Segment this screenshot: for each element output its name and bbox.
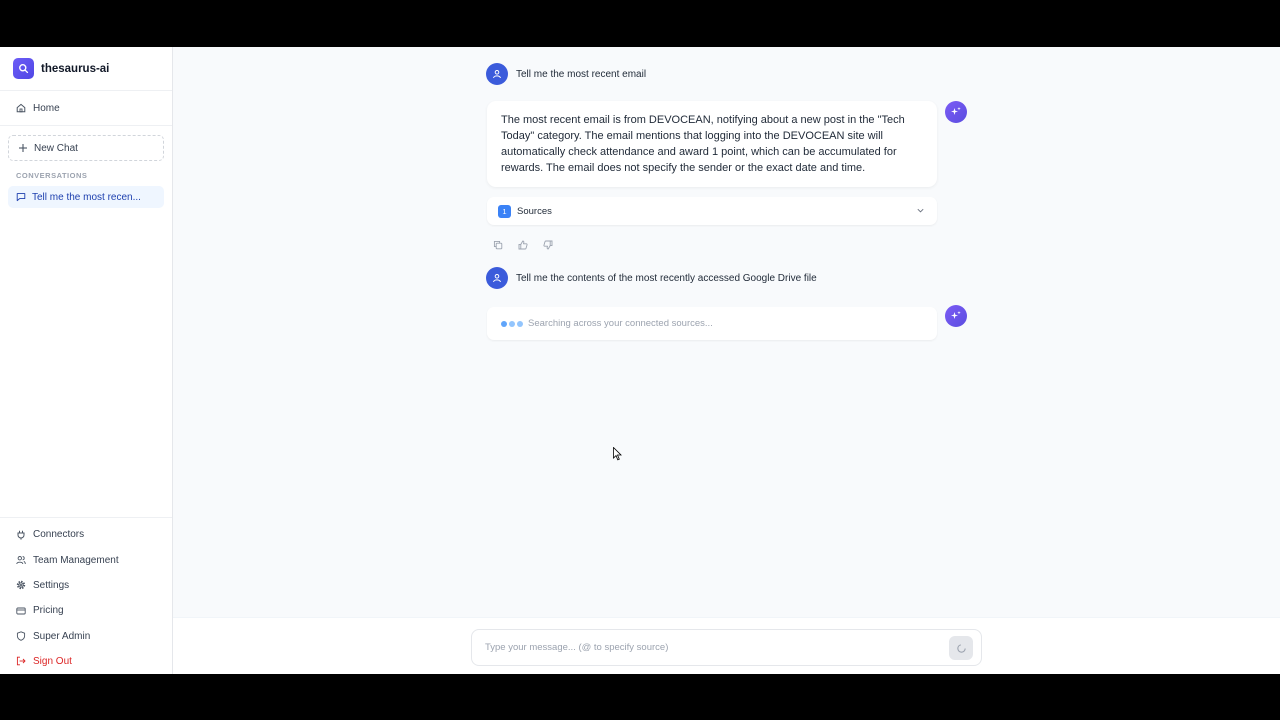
user-avatar-icon <box>486 63 508 85</box>
user-message: Tell me the contents of the most recentl… <box>486 267 817 289</box>
copy-icon[interactable] <box>493 237 503 250</box>
sidebar-item-label: Sign Out <box>33 655 72 667</box>
new-chat-label: New Chat <box>34 142 78 154</box>
sidebar-item-label: Connectors <box>33 529 85 541</box>
chevron-down-icon <box>916 206 925 218</box>
brand[interactable]: thesaurus-ai <box>0 47 172 91</box>
plus-icon <box>18 143 28 153</box>
app-window: thesaurus-ai Home New Chat CONVERSATIONS… <box>0 47 1280 674</box>
sidebar-item-home[interactable]: Home <box>0 91 172 126</box>
sidebar-item-label: Settings <box>33 579 70 591</box>
conversation-item[interactable]: Tell me the most recen... <box>8 186 164 208</box>
user-avatar-icon <box>486 267 508 289</box>
plug-icon <box>16 530 26 540</box>
assistant-loading-message: Searching across your connected sources.… <box>487 307 937 340</box>
sidebar-item-connectors[interactable]: Connectors <box>0 522 172 547</box>
message-composer <box>471 629 982 666</box>
conversation-label: Tell me the most recen... <box>32 191 141 203</box>
users-icon <box>16 555 26 565</box>
sidebar-item-super-admin[interactable]: Super Admin <box>0 623 172 648</box>
mouse-cursor-icon <box>613 446 622 466</box>
new-chat-button[interactable]: New Chat <box>8 135 164 161</box>
app-name: thesaurus-ai <box>41 62 110 75</box>
sidebar-item-settings[interactable]: Settings <box>0 573 172 598</box>
loading-status-text: Searching across your connected sources.… <box>528 318 713 329</box>
user-message-text: Tell me the contents of the most recentl… <box>516 272 817 284</box>
send-button[interactable] <box>949 636 973 660</box>
loading-spinner-icon <box>956 643 966 653</box>
sources-label: Sources <box>517 205 552 217</box>
sidebar-bottom-nav: Connectors Team Management Settings Pric… <box>0 517 172 674</box>
sources-dropdown[interactable]: 1 Sources <box>487 197 937 225</box>
typing-dots-icon <box>501 320 523 327</box>
assistant-sparkle-icon <box>945 305 967 327</box>
chat-area: Tell me the most recent email The most r… <box>173 47 1280 617</box>
message-actions <box>493 237 553 250</box>
message-icon <box>16 192 26 202</box>
gear-icon <box>16 580 26 590</box>
composer-area <box>173 617 1280 674</box>
assistant-message: The most recent email is from DEVOCEAN, … <box>487 101 937 187</box>
sidebar: thesaurus-ai Home New Chat CONVERSATIONS… <box>0 47 173 674</box>
thumbs-up-icon[interactable] <box>518 237 528 250</box>
sidebar-item-label: Home <box>33 102 60 114</box>
user-message: Tell me the most recent email <box>486 63 646 85</box>
sidebar-item-label: Super Admin <box>33 630 91 642</box>
sidebar-item-team-management[interactable]: Team Management <box>0 548 172 573</box>
sign-out-icon <box>16 656 26 666</box>
logo-search-icon <box>13 58 34 79</box>
conversations-heading: CONVERSATIONS <box>16 171 88 180</box>
thumbs-down-icon[interactable] <box>543 237 553 250</box>
sidebar-item-label: Team Management <box>33 554 119 566</box>
sources-count-badge: 1 <box>498 204 511 218</box>
credit-card-icon <box>16 606 26 616</box>
assistant-sparkle-icon <box>945 101 967 123</box>
sidebar-item-pricing[interactable]: Pricing <box>0 598 172 623</box>
message-input[interactable] <box>485 642 935 653</box>
user-message-text: Tell me the most recent email <box>516 68 647 80</box>
sidebar-item-label: Pricing <box>33 605 64 617</box>
shield-icon <box>16 631 26 641</box>
home-icon <box>16 103 26 113</box>
sidebar-item-sign-out[interactable]: Sign Out <box>0 649 172 674</box>
